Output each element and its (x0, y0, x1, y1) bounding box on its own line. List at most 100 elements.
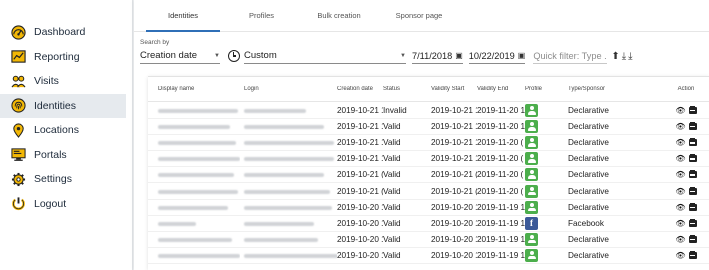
sidebar-item-logout[interactable]: Logout (0, 192, 132, 217)
cell-status: Valid (383, 170, 401, 180)
login-redacted (240, 235, 337, 244)
calendar-icon[interactable]: ▣ (518, 51, 526, 60)
print-icon[interactable] (688, 218, 697, 227)
sidebar: Dashboard Reporting Visits Identities Lo… (0, 0, 133, 270)
table-row[interactable]: 2019-10-20 1 Valid 2019-10-20 1 2019-11-19 … (148, 200, 709, 216)
sidebar-item-dashboard[interactable]: Dashboard (0, 20, 132, 45)
table-row[interactable]: 2019-10-21 1 Valid 2019-10-21 1 2019-11-20 … (148, 151, 709, 168)
login-redacted (240, 138, 337, 147)
print-icon[interactable] (688, 106, 697, 115)
gear-icon (10, 171, 26, 187)
cell-validity-start: 2019-10-21 ( (431, 170, 477, 180)
eye-icon[interactable]: 👁 (675, 138, 685, 147)
table-row[interactable]: 2019-10-21 1 Valid 2019-10-21 1 2019-11-20 … (148, 135, 709, 152)
eye-icon[interactable]: 👁 (675, 219, 685, 228)
display-name-redacted (148, 106, 240, 115)
sidebar-item-identities[interactable]: Identities (0, 93, 126, 118)
range-select[interactable]: Custom ▼ (244, 48, 406, 64)
table-row[interactable]: 2019-10-21 (Valid 2019-10-21 (2019-11-20 … (148, 167, 709, 184)
eye-icon[interactable]: 👁 (675, 235, 685, 244)
sidebar-item-reporting[interactable]: Reporting (0, 45, 132, 70)
eye-icon[interactable]: 👁 (675, 203, 685, 212)
sidebar-item-portals[interactable]: Portals (0, 143, 132, 168)
col-validity-end[interactable]: Validity End (477, 86, 525, 92)
date-to-field[interactable]: 10/22/2019 ▣ (468, 48, 526, 64)
search-field-value: Creation date (140, 50, 198, 61)
add-user-icon[interactable]: ⬆ (611, 51, 619, 62)
cell-creation-date: 2019-10-20 1 (337, 250, 383, 260)
main-panel: Identities Profiles Bulk creation Sponso… (134, 0, 709, 270)
date-from-value: 7/11/2018 (412, 50, 453, 61)
eye-icon[interactable]: 👁 (675, 187, 685, 196)
table-row[interactable]: 2019-10-21 (Valid 2019-10-21 (2019-11-20 … (148, 183, 709, 200)
cell-validity-start: 2019-10-20 1 (431, 218, 477, 228)
eye-icon[interactable]: 👁 (675, 251, 685, 260)
tab-sponsor-page[interactable]: Sponsor page (379, 0, 459, 31)
eye-icon[interactable]: 👁 (675, 154, 685, 163)
facebook-icon: f (525, 216, 538, 230)
search-field-select[interactable]: Creation date ▼ (140, 48, 220, 64)
date-to-value: 10/22/2019 (468, 50, 515, 61)
sidebar-item-locations[interactable]: Locations (0, 118, 132, 143)
cell-status: Valid (383, 138, 401, 148)
cell-actions: 👁 (670, 122, 702, 131)
date-from-field[interactable]: 7/11/2018 ▣ (412, 48, 463, 64)
print-icon[interactable] (688, 250, 697, 259)
sidebar-item-label: Visits (34, 75, 59, 88)
user-profile-icon (525, 168, 538, 182)
table-row[interactable]: 2019-10-21 1 Invalid 2019-10-21 1 2019-11-2… (148, 103, 709, 120)
calendar-icon[interactable]: ▣ (455, 51, 463, 60)
table-row[interactable]: 2019-10-20 1 Valid 2019-10-20 1 2019-11-19 … (148, 232, 709, 248)
sidebar-item-visits[interactable]: Visits (0, 69, 132, 94)
cell-validity-end: 2019-11-19 1 (477, 202, 525, 212)
display-name-redacted (148, 170, 240, 179)
col-creation-date[interactable]: Creation date (337, 86, 383, 92)
print-icon[interactable] (688, 154, 697, 163)
print-icon[interactable] (688, 122, 697, 131)
print-icon[interactable] (688, 170, 697, 179)
eye-icon[interactable]: 👁 (675, 170, 685, 179)
col-profile[interactable]: Profile (525, 86, 560, 92)
user-profile-icon (525, 200, 538, 214)
cell-type-sponsor: Facebook (568, 218, 604, 228)
cell-creation-date: 2019-10-21 1 (337, 154, 383, 164)
col-display-name[interactable]: Display name (148, 86, 240, 92)
print-icon[interactable] (688, 202, 697, 211)
cell-profile: f (525, 216, 560, 230)
login-redacted (240, 219, 337, 228)
cell-validity-start: 2019-10-20 1 (431, 234, 477, 244)
cell-status: Valid (383, 122, 401, 132)
col-login[interactable]: Login (240, 86, 337, 92)
login-redacted (240, 154, 337, 163)
cell-status: Valid (383, 250, 401, 260)
eye-icon[interactable]: 👁 (675, 106, 685, 115)
col-validity-start[interactable]: Validity Start (431, 86, 477, 92)
cell-actions: 👁 (670, 218, 702, 228)
cell-creation-date: 2019-10-20 1 (337, 234, 383, 244)
eye-icon[interactable]: 👁 (675, 122, 685, 131)
table-row[interactable]: 2019-10-20 1 Valid 2019-10-20 1 2019-11-19 … (148, 216, 709, 232)
tab-identities[interactable]: Identities (142, 0, 224, 32)
sidebar-item-label: Locations (34, 124, 79, 137)
filter-bar: Search by Creation date ▼ Custom ▼ 7/11/… (134, 32, 709, 66)
print-icon[interactable] (688, 138, 697, 147)
table-header: Display name Login Creation date Status … (148, 77, 709, 102)
tab-profiles[interactable]: Profiles (224, 0, 299, 31)
user-profile-icon (525, 152, 538, 166)
table-row[interactable]: 2019-10-21 1 Valid 2019-10-21 1 2019-11-20 … (148, 119, 709, 136)
cell-type-sponsor: Declarative (568, 154, 609, 164)
cell-actions: 👁 (670, 106, 702, 115)
print-icon[interactable] (688, 234, 697, 243)
tab-bulk-creation[interactable]: Bulk creation (299, 0, 379, 31)
cell-actions: 👁 (670, 186, 702, 196)
quick-filter-input[interactable]: Quick filter: Type ... (533, 48, 608, 64)
download-all-icon[interactable]: ⤓ (628, 51, 632, 62)
table-row[interactable]: 2019-10-20 1 Valid 2019-10-20 1 2019-11-19 … (148, 248, 709, 264)
sidebar-item-settings[interactable]: Settings (0, 167, 132, 192)
col-status[interactable]: Status (383, 86, 431, 92)
print-icon[interactable] (688, 186, 697, 195)
cell-profile (525, 120, 560, 134)
download-icon[interactable]: ⤓ (622, 51, 626, 62)
identities-table: Display name Login Creation date Status … (148, 76, 709, 270)
col-type-sponsor[interactable]: Type/Sponsor (560, 86, 670, 92)
